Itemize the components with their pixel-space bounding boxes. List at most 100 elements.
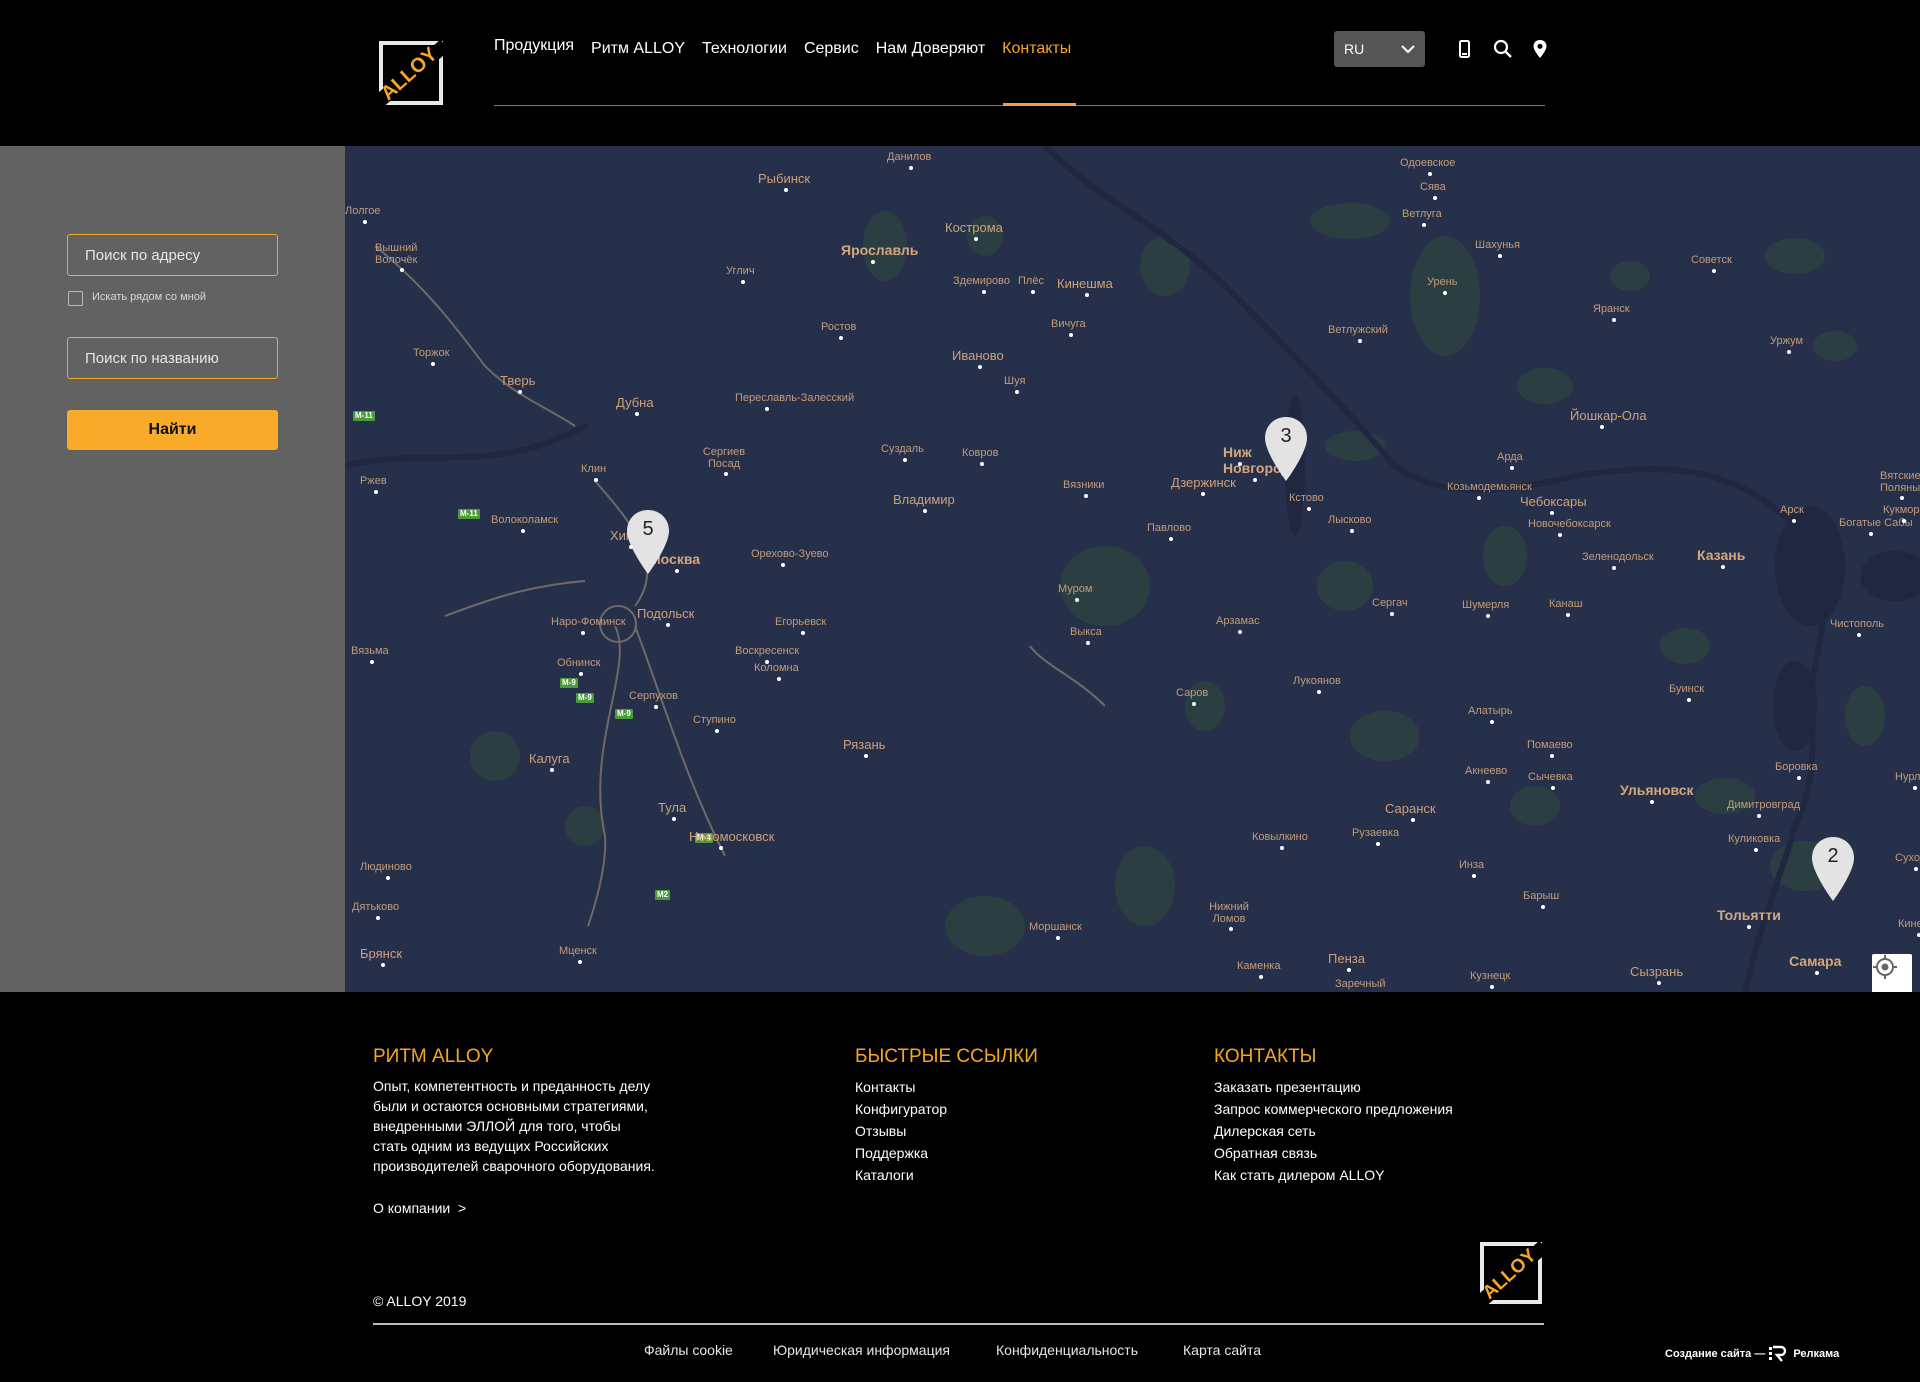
footer-link-commercial-offer[interactable]: Запрос коммерческого предложения [1214,1098,1453,1120]
footer-alloy-logo[interactable]: ALLOY [1476,1240,1544,1308]
map-city-dot [1612,566,1616,570]
phone-icon[interactable] [1453,38,1475,60]
road-label: M-11 [458,509,480,519]
map-city-dot [1721,565,1725,569]
map-city-dot [1422,223,1426,227]
map-city-dot [1490,720,1494,724]
map-city-dot [653,705,658,709]
map-city-dot [781,563,785,567]
nav-trust[interactable]: Нам Доверяют [876,34,985,64]
nav-products[interactable]: Продукция [494,31,574,64]
map-city-dot [1086,641,1090,645]
map-city-label: Новомосковск [689,829,775,844]
map-city-label: Иваново [952,348,1004,363]
dealer-cluster-pin[interactable]: 2 [1810,835,1856,903]
map-city-dot [1358,339,1362,343]
road-label: M2 [655,890,671,900]
map-city-dot [375,916,380,920]
sitemap-link[interactable]: Карта сайта [1183,1342,1261,1358]
map-city-label: Сухода [1895,852,1920,864]
footer-link-catalogs[interactable]: Каталоги [855,1164,1038,1186]
map-city-dot [549,768,554,772]
footer-link-become-dealer[interactable]: Как стать дилером ALLOY [1214,1164,1453,1186]
chevron-down-icon [1401,44,1415,53]
map-city-label: Саров [1176,687,1209,699]
dealer-map[interactable]: M-11 M-11 M-9 M-9 M-9 M-4 M2 Данилов Одо… [345,146,1920,992]
footer-link-dealer-network[interactable]: Дилерская сеть [1214,1120,1453,1142]
map-city-label: Арзамас [1216,615,1260,627]
map-city-dot [1656,981,1661,985]
map-city-label: Вышний Волочёк [375,242,418,266]
map-city-label: Ковылкино [1252,831,1308,843]
search-icon[interactable] [1492,38,1514,60]
site-header: ALLOY Продукция Ритм ALLOY Технологии Се… [0,0,1920,146]
nav-ritm-alloy[interactable]: Ритм ALLOY [591,34,685,64]
map-city-label: Сызрань [1630,964,1684,979]
dealer-cluster-pin[interactable]: 5 [625,508,671,576]
map-city-dot [719,846,723,850]
map-city-dot [838,336,843,340]
cookie-link[interactable]: Файлы cookie [644,1342,733,1358]
map-city-label: Акнеево [1465,765,1508,777]
map-city-dot [578,960,582,964]
map-city-dot [1786,350,1791,354]
map-city-label: Саранск [1385,801,1436,816]
map-city-dot [909,166,913,170]
footer-about-column: РИТМ ALLOY Опыт, компетентность и предан… [373,1046,655,1176]
map-city-dot [1566,613,1570,617]
language-select[interactable]: RU [1334,31,1425,67]
map-city-dot [1686,698,1691,702]
footer-link-contacts[interactable]: Контакты [855,1076,1038,1098]
map-city-label: Ветлуга [1402,208,1442,220]
legal-info-link[interactable]: Юридическая информация [773,1342,950,1358]
map-city-dot [1238,630,1242,634]
nav-service[interactable]: Сервис [804,34,859,64]
map-city-dot [1477,496,1481,500]
maker-text: Создание сайта — [1665,1348,1766,1360]
footer-link-presentation[interactable]: Заказать презентацию [1214,1076,1453,1098]
map-city-dot [1192,702,1196,706]
about-company-link[interactable]: О компании > [373,1200,466,1216]
map-city-label: Йошкар-Ола [1570,408,1647,423]
nav-contacts[interactable]: Контакты [1002,34,1071,64]
map-city-label: Павлово [1147,522,1192,534]
map-city-dot [672,817,676,821]
map-city-label: Кстово [1289,492,1324,504]
alloy-logo[interactable]: ALLOY [375,39,447,109]
map-city-dot [776,677,781,681]
locate-me-button[interactable] [1872,954,1912,992]
map-city-label: Торжок [413,347,450,359]
map-city-dot [386,876,390,880]
map-city-dot [593,478,598,482]
road-label: M-9 [615,709,633,719]
map-city-label: Буинск [1669,683,1705,695]
footer-contacts-column: КОНТАКТЫ Заказать презентацию Запрос ком… [1214,1046,1453,1186]
map-city-dot [978,365,982,369]
map-city-label: Канаш [1549,598,1583,610]
map-city-dot [974,237,978,241]
map-city-dot [400,268,404,272]
find-button[interactable]: Найти [67,410,278,450]
address-search-input[interactable] [67,234,278,276]
footer-link-reviews[interactable]: Отзывы [855,1120,1038,1142]
privacy-link[interactable]: Конфиденциальность [996,1342,1138,1358]
footer-link-feedback[interactable]: Обратная связь [1214,1142,1453,1164]
dealer-cluster-pin[interactable]: 3 [1263,415,1309,483]
site-maker-credit[interactable]: Создание сайта — Релкама [1665,1345,1839,1363]
footer-link-configurator[interactable]: Конфигуратор [855,1098,1038,1120]
map-city-dot [1747,925,1751,929]
map-city-label: Каменка [1237,960,1281,972]
map-city-label: Коломна [754,662,799,674]
location-pin-icon[interactable] [1529,38,1551,60]
footer-about-title: РИТМ ALLOY [373,1046,494,1067]
map-city-dot [1471,874,1476,878]
map-city-label: Тольятти [1717,907,1781,923]
footer-link-support[interactable]: Поддержка [855,1142,1038,1164]
nearby-checkbox[interactable] [68,291,83,306]
map-city-label: Моршанск [1029,921,1082,933]
name-search-input[interactable] [67,337,278,379]
map-city-dot [871,260,875,264]
cluster-count: 5 [642,518,654,540]
map-city-dot [864,754,868,758]
nav-technologies[interactable]: Технологии [702,34,787,64]
